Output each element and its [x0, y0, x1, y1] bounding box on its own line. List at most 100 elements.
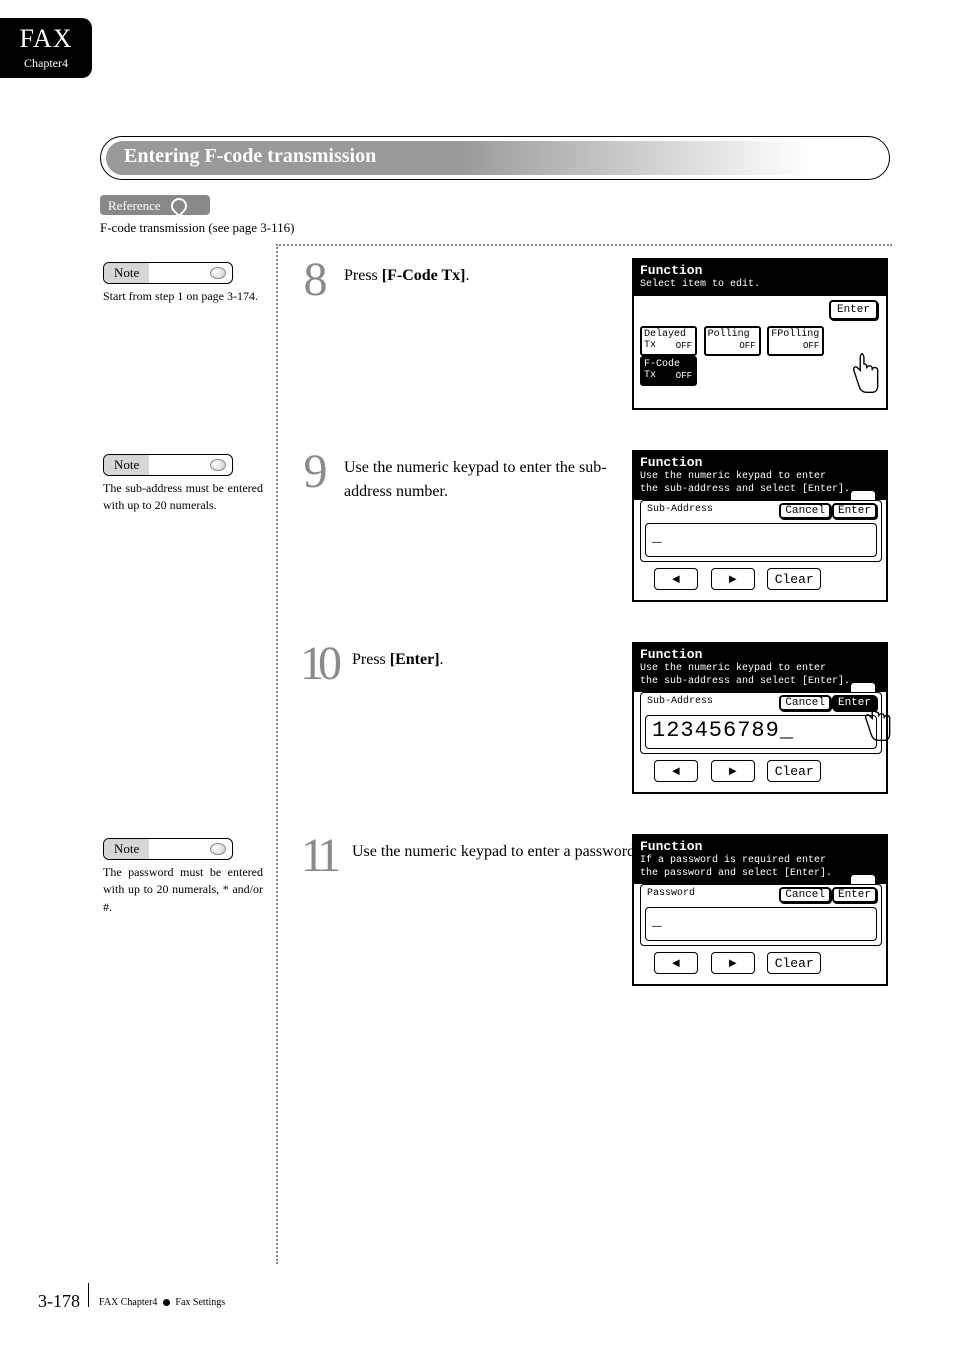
page-footer: 3-178 FAX Chapter4 Fax Settings — [38, 1283, 225, 1312]
enter-button[interactable]: Enter — [829, 300, 878, 320]
screen-subtitle-1: If a password is required enter — [640, 855, 880, 868]
section-title: Entering F-code transmission — [106, 141, 886, 175]
lcd-screen-subaddress-filled: Function Use the numeric keypad to enter… — [632, 642, 888, 794]
cancel-button[interactable]: Cancel — [779, 887, 831, 903]
note-label: Note — [104, 839, 149, 859]
left-arrow-button[interactable]: ◄ — [654, 568, 698, 590]
panel-tab-icon — [850, 682, 876, 692]
note-badge-1: Note — [103, 262, 233, 284]
nav-row: ◄ ► Clear — [654, 760, 821, 782]
nav-row: ◄ ► Clear — [654, 568, 821, 590]
screen-subtitle-2: the password and select [Enter]. — [640, 868, 880, 881]
screen-title: Function — [640, 647, 880, 663]
input-panel: Sub-Address Cancel Enter 123456789_ — [640, 692, 882, 754]
fax-tab-title: FAX — [0, 24, 92, 54]
lcd-screen-subaddress: Function Use the numeric keypad to enter… — [632, 450, 888, 602]
screen-title: Function — [640, 839, 880, 855]
nav-row: ◄ ► Clear — [654, 952, 821, 974]
step-text: Press [Enter]. — [346, 640, 646, 688]
dotted-separator-h — [276, 244, 892, 246]
screen-subtitle-2: the sub-address and select [Enter]. — [640, 676, 880, 689]
enter-button-label: Enter — [829, 300, 878, 320]
step-text: Press [F-Code Tx]. — [338, 256, 638, 304]
reference-label: Reference — [108, 198, 161, 214]
note-text-2: The sub-address must be entered with up … — [103, 480, 263, 515]
pointing-hand-icon — [844, 352, 882, 396]
text-input[interactable]: _ — [645, 907, 877, 941]
screen-header: Function Use the numeric keypad to enter… — [634, 452, 886, 500]
tile-fcode-tx[interactable]: F-Code Tx OFF — [640, 356, 697, 386]
cancel-button[interactable]: Cancel — [779, 695, 831, 711]
left-arrow-button[interactable]: ◄ — [654, 952, 698, 974]
step-text: Use the numeric keypad to enter the sub-… — [338, 448, 638, 504]
clear-button[interactable]: Clear — [767, 568, 821, 590]
input-value: _ — [652, 912, 662, 930]
text-input[interactable]: _ — [645, 523, 877, 557]
input-value: _ — [652, 528, 662, 546]
screen-subtitle-2: the sub-address and select [Enter]. — [640, 484, 880, 497]
enter-button[interactable]: Enter — [832, 887, 877, 903]
tile-status: OFF — [676, 342, 692, 352]
note-icon — [210, 459, 226, 471]
pointing-hand-icon — [856, 700, 894, 744]
tile-label: F-Code Tx — [644, 359, 680, 381]
note-icon — [210, 843, 226, 855]
dotted-separator-v — [276, 244, 278, 1264]
tile-polling[interactable]: Polling OFF — [704, 326, 761, 356]
note-text-1: Start from step 1 on page 3-174. — [103, 288, 263, 305]
left-arrow-button[interactable]: ◄ — [654, 760, 698, 782]
step-number: 10 — [290, 640, 346, 688]
screen-title: Function — [640, 455, 880, 471]
field-label: Sub-Address — [647, 696, 713, 707]
clear-button[interactable]: Clear — [767, 952, 821, 974]
panel-tab-icon — [850, 874, 876, 884]
tile-status: OFF — [739, 342, 755, 352]
step-text-pre: Press — [344, 267, 382, 284]
step-text-post: . — [465, 267, 469, 284]
field-label: Password — [647, 888, 695, 899]
note-text-3: The password must be entered with up to … — [103, 864, 263, 916]
fax-tab-chapter: Chapter4 — [0, 56, 92, 71]
cancel-button[interactable]: Cancel — [779, 503, 831, 519]
right-arrow-button[interactable]: ► — [711, 568, 755, 590]
footer-left: FAX Chapter4 — [99, 1297, 157, 1308]
screen-subtitle-1: Use the numeric keypad to enter — [640, 471, 880, 484]
tile-label: Polling — [708, 329, 750, 340]
tile-status: OFF — [803, 342, 819, 352]
fax-chapter-tab: FAX Chapter4 — [0, 18, 92, 78]
screen-header: Function If a password is required enter… — [634, 836, 886, 884]
reference-text: F-code transmission (see page 3-116) — [100, 220, 294, 236]
tile-fpolling[interactable]: FPolling OFF — [767, 326, 824, 356]
footer-text: FAX Chapter4 Fax Settings — [99, 1297, 225, 1308]
note-badge-3: Note — [103, 838, 233, 860]
input-panel: Sub-Address Cancel Enter _ — [640, 500, 882, 562]
tile-delayed-tx[interactable]: Delayed Tx OFF — [640, 326, 697, 356]
screen-subtitle: Select item to edit. — [640, 279, 880, 292]
step-number: 11 — [290, 832, 346, 880]
bullet-icon — [163, 1299, 170, 1306]
right-arrow-button[interactable]: ► — [711, 952, 755, 974]
tile-label: FPolling — [771, 329, 819, 340]
footer-right: Fax Settings — [175, 1297, 225, 1308]
right-arrow-button[interactable]: ► — [711, 760, 755, 782]
step-text-bold: [F-Code Tx] — [382, 267, 466, 284]
step-number: 8 — [290, 256, 338, 304]
note-badge-2: Note — [103, 454, 233, 476]
screen-title: Function — [640, 263, 880, 279]
note-label: Note — [104, 455, 149, 475]
lcd-screen-function-select: Function Select item to edit. Enter Dela… — [632, 258, 888, 410]
field-label: Sub-Address — [647, 504, 713, 515]
screen-header: Function Select item to edit. — [634, 260, 886, 296]
clear-button[interactable]: Clear — [767, 760, 821, 782]
panel-tab-icon — [850, 490, 876, 500]
footer-divider — [88, 1283, 89, 1307]
step-text: Use the numeric keypad to enter a passwo… — [346, 832, 646, 880]
lcd-screen-password: Function If a password is required enter… — [632, 834, 888, 986]
step-text-pre: Press — [352, 651, 390, 668]
text-input[interactable]: 123456789_ — [645, 715, 877, 749]
step-text-post: . — [440, 651, 444, 668]
step-text-bold: [Enter] — [390, 651, 440, 668]
screen-subtitle-1: Use the numeric keypad to enter — [640, 663, 880, 676]
enter-button[interactable]: Enter — [832, 503, 877, 519]
reference-badge: Reference — [100, 195, 210, 215]
